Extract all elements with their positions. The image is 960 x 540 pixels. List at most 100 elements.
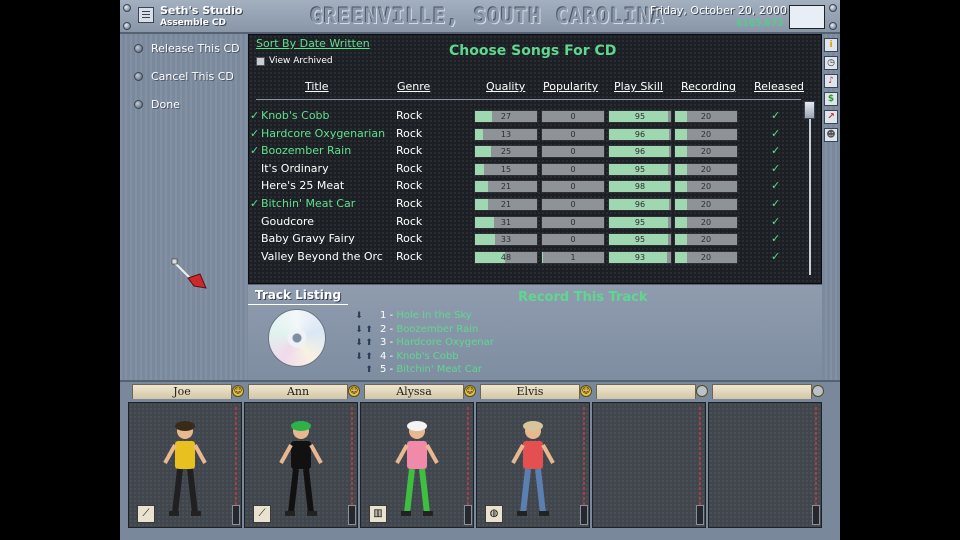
volume-fader[interactable] [696,505,704,525]
top-bar: Seth's Studio Assemble CD GREENVILLE, SO… [120,0,840,34]
column-header-released[interactable]: Released [754,80,804,93]
sort-by-date-link[interactable]: Sort By Date Written [256,37,370,50]
move-down-arrow-icon[interactable]: ⬇ [354,325,364,335]
band-member-tab[interactable]: Ann [248,384,348,399]
figure-part [291,441,311,469]
mood-smiley-icon[interactable]: ☺ [232,385,244,397]
info-icon[interactable]: i [824,38,838,52]
band-member-slot[interactable]: ⟋ [244,402,358,528]
track-number: 3 - [380,337,397,348]
mood-smiley-icon[interactable]: ☺ [348,385,360,397]
figure-part [419,468,430,514]
popularity-bar: 0 [541,110,605,123]
recording-bar: 20 [674,250,738,264]
band-member-tab[interactable]: Joe [132,384,232,399]
track-item[interactable]: ⬇ ⬆ 4 - Knob's Cobb [354,351,458,365]
song-row[interactable]: ✓ Knob's Cobb Rock 27 0 95 20 ✓ [249,109,809,126]
mood-smiley-icon[interactable]: ☺ [464,385,476,397]
add-member-icon[interactable] [696,385,708,397]
song-row[interactable]: Goudcore Rock 31 0 95 20 ✓ [249,215,809,232]
move-up-arrow-icon[interactable]: ⬆ [364,352,374,362]
quality-bar-value: 48 [500,252,512,262]
song-row[interactable]: ✓ Bitchin' Meat Car Rock 21 0 96 20 ✓ [249,197,809,214]
volume-fader[interactable] [232,505,240,525]
figure-part [407,441,427,469]
guitar-instrument-icon[interactable]: ⟋ [137,505,155,523]
add-member-icon[interactable] [812,385,824,397]
song-row[interactable]: Baby Gravy Fairy Rock 33 0 95 20 ✓ [249,232,809,249]
move-down-arrow-icon[interactable]: ⬇ [354,311,364,321]
play-skill-bar-value: 96 [634,147,646,157]
popularity-bar-value: 0 [570,164,576,174]
recording-bar: 20 [674,198,738,211]
figure-part [511,444,525,464]
volume-fader[interactable] [464,505,472,525]
chart-icon[interactable]: ↗ [824,110,838,124]
view-archived-toggle[interactable]: View Archived [256,56,333,66]
move-up-arrow-icon[interactable]: ⬆ [364,365,374,375]
move-down-arrow-icon[interactable]: ⬇ [354,352,364,362]
volume-fader[interactable] [580,505,588,525]
volume-fader[interactable] [348,505,356,525]
clock-icon[interactable]: ◷ [824,56,838,70]
right-toolbar: i ◷ ♪ $ ↗ ☻ [822,34,840,380]
empty-slot-tab[interactable] [712,384,812,399]
selected-check-icon: ✓ [250,144,260,158]
column-header-title[interactable]: Title [305,80,329,93]
people-icon[interactable]: ☻ [824,128,838,142]
move-down-arrow-icon[interactable]: ⬇ [354,338,364,348]
column-header-quality[interactable]: Quality [486,80,525,93]
band-member-slot[interactable]: ◍ [476,402,590,528]
move-up-arrow-icon[interactable]: ⬆ [364,325,374,335]
drums-instrument-icon[interactable]: ◍ [485,505,503,523]
done-button[interactable]: Done [134,98,180,111]
band-member-slot[interactable]: ⟋ [128,402,242,528]
studio-icon[interactable] [138,7,154,23]
view-archived-checkbox[interactable] [256,56,265,66]
keyboard-instrument-icon[interactable]: ▥ [369,505,387,523]
move-up-arrow-icon[interactable]: ⬆ [364,338,374,348]
volume-fader[interactable] [812,505,820,525]
money-icon[interactable]: $ [824,92,838,106]
song-title: Baby Gravy Fairy [261,232,355,246]
selected-check-icon: ✓ [250,109,260,122]
quality-bar: 13 [474,127,538,141]
quality-bar: 21 [474,180,538,194]
scrollbar-track[interactable] [809,103,811,275]
column-header-recording[interactable]: Recording [681,80,736,93]
empty-slot-tab[interactable] [596,384,696,399]
song-row[interactable]: Here's 25 Meat Rock 21 0 98 20 ✓ [249,179,809,196]
song-row[interactable]: Valley Beyond the Orc Rock 48 1 93 20 ✓ [249,250,809,267]
guitar-instrument-icon[interactable]: ⟋ [253,505,271,523]
band-member-tab[interactable]: Alyssa [364,384,464,399]
track-item[interactable]: ⬆ 5 - Bitchin' Meat Car [354,364,482,378]
figure-part [169,511,179,516]
empty-band-slot[interactable] [592,402,706,528]
band-member-slot[interactable]: ▥ [360,402,474,528]
figure-part [163,444,177,464]
empty-band-slot[interactable] [708,402,822,528]
released-check-icon: ✓ [771,126,781,140]
song-row[interactable]: It's Ordinary Rock 15 0 95 20 ✓ [249,162,809,179]
level-meter [583,407,585,519]
song-row[interactable]: ✓ Hardcore Oxygenarian Rock 13 0 96 20 ✓ [249,127,809,144]
column-header-genre[interactable]: Genre [397,80,430,93]
release-cd-button[interactable]: Release This CD [134,42,240,55]
music-note-icon[interactable]: ♪ [824,74,838,88]
scrollbar-thumb[interactable] [804,101,815,119]
track-item[interactable]: ⬇ 1 - Hole In the Sky [354,310,472,324]
calendar-icon[interactable] [789,5,825,29]
track-name: Hole In the Sky [396,310,472,321]
popularity-bar-value: 0 [570,112,576,121]
mood-smiley-icon[interactable]: ☺ [580,385,592,397]
song-row[interactable]: ✓ Boozember Rain Rock 25 0 96 20 ✓ [249,144,809,161]
track-item[interactable]: ⬇ ⬆ 2 - Boozember Rain [354,324,478,338]
record-track-link[interactable]: Record This Track [518,290,648,305]
band-member-tab[interactable]: Elvis [480,384,580,399]
track-item[interactable]: ⬇ ⬆ 3 - Hardcore Oxygenar [354,337,494,351]
recording-bar: 20 [674,110,738,123]
column-header-play-skill[interactable]: Play Skill [614,80,663,93]
cancel-cd-button[interactable]: Cancel This CD [134,70,234,83]
column-header-popularity[interactable]: Popularity [543,80,598,93]
figure-part [309,444,323,464]
